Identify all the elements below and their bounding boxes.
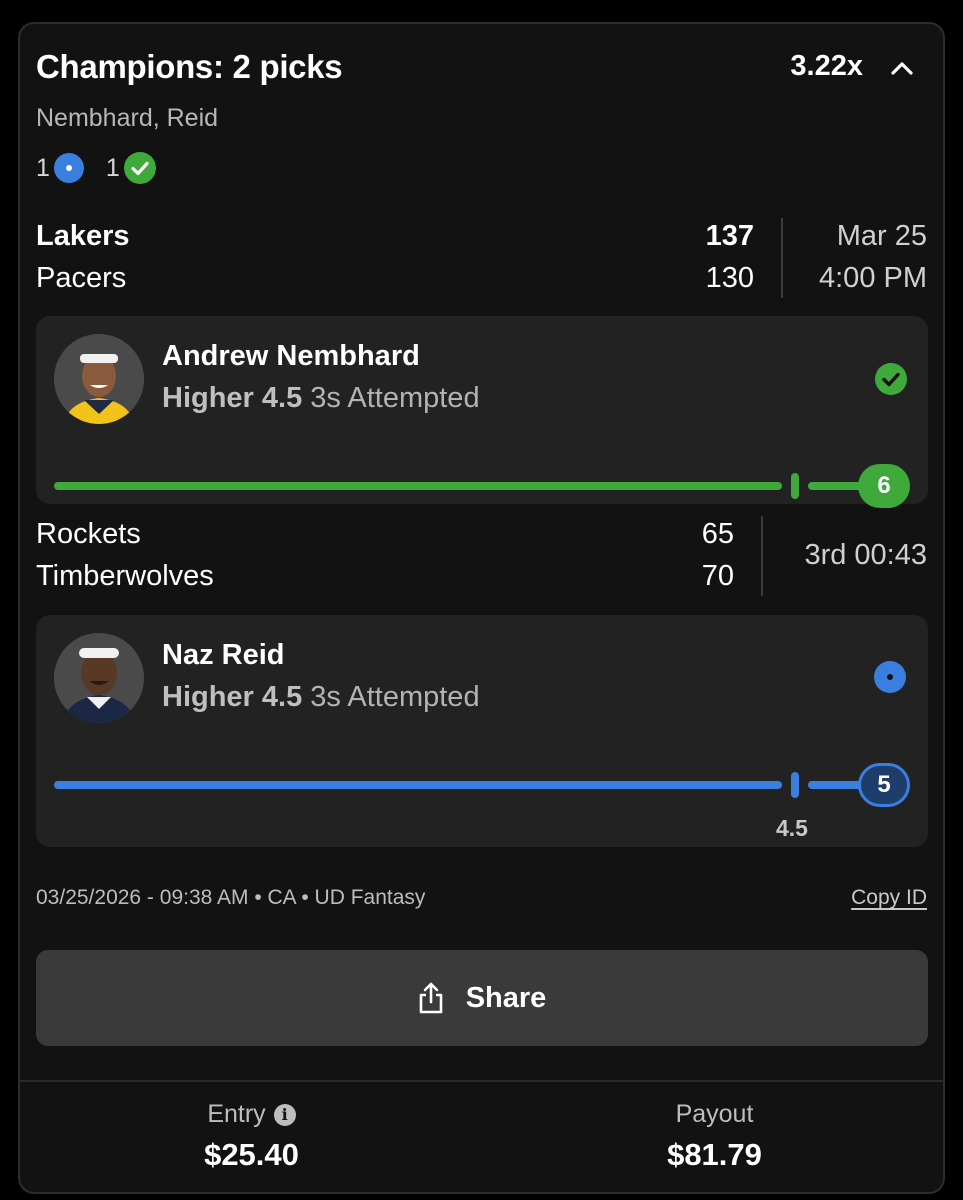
pick-direction: Higher xyxy=(162,681,254,713)
game2-team1: Rockets xyxy=(36,518,141,550)
pick-card-reid[interactable]: Naz Reid Higher 4.5 3s Attempted 5 4.5 xyxy=(36,615,928,847)
entry-label: Entry xyxy=(207,1100,266,1128)
current-value-badge: 6 xyxy=(858,464,910,508)
pick-line-value: 4.5 xyxy=(261,382,303,414)
check-circle-icon xyxy=(875,363,907,395)
copy-id-link[interactable]: Copy ID xyxy=(851,886,927,910)
pending-count: 1 xyxy=(36,153,50,182)
progress-track xyxy=(54,781,782,789)
game1-score2: 130 xyxy=(705,262,754,294)
entry-card: Champions: 2 picks 3.22x Nembhard, Reid … xyxy=(18,22,945,1194)
game1-time: 4:00 PM xyxy=(819,262,927,294)
player-name: Andrew Nembhard xyxy=(162,340,420,372)
entry-section: Entry i $25.40 xyxy=(20,1100,483,1173)
pending-dot-icon xyxy=(53,153,84,183)
current-value-badge: 5 xyxy=(858,763,910,807)
pick-card-nembhard[interactable]: Andrew Nembhard Higher 4.5 3s Attempted … xyxy=(36,316,928,508)
payout-label: Payout xyxy=(675,1100,754,1128)
chevron-up-icon[interactable] xyxy=(891,60,913,76)
entry-label-wrap: Entry i xyxy=(207,1100,296,1129)
share-button[interactable]: Share xyxy=(36,950,928,1046)
player-name: Naz Reid xyxy=(162,639,285,671)
pick-line: Higher 4.5 3s Attempted xyxy=(162,382,480,415)
entry-meta: 03/25/2026 - 09:38 AM • CA • UD Fantasy xyxy=(36,886,426,909)
game1-divider xyxy=(781,218,783,298)
won-count: 1 xyxy=(105,153,120,182)
pick-direction: Higher xyxy=(162,382,254,414)
players-summary: Nembhard, Reid xyxy=(36,104,219,132)
share-label: Share xyxy=(465,981,547,1014)
footer-divider xyxy=(20,1080,943,1082)
game2-score1: 65 xyxy=(701,518,734,550)
payout-multiplier: 3.22x xyxy=(790,50,863,82)
check-circle-icon xyxy=(123,152,156,184)
game1-date: Mar 25 xyxy=(836,220,927,252)
avatar xyxy=(54,334,144,424)
pick-stat: 3s Attempted xyxy=(310,681,480,713)
game2-team2: Timberwolves xyxy=(36,560,214,592)
progress-track xyxy=(54,482,782,490)
avatar xyxy=(54,633,144,723)
line-marker xyxy=(791,772,799,798)
line-marker-label: 4.5 xyxy=(776,815,808,841)
game1-score1: 137 xyxy=(705,220,754,252)
game2-status: 3rd 00:43 xyxy=(804,539,927,571)
line-marker xyxy=(791,473,799,499)
game2-divider xyxy=(761,516,763,596)
payout-section: Payout $81.79 xyxy=(483,1100,943,1173)
game2-score2: 70 xyxy=(701,560,734,592)
entry-title: Champions: 2 picks xyxy=(36,48,343,85)
pick-status-summary: 1 1 xyxy=(36,152,156,184)
game1-team2: Pacers xyxy=(36,262,127,294)
entry-value: $25.40 xyxy=(204,1137,299,1172)
share-icon xyxy=(419,982,442,1014)
game1-team1: Lakers xyxy=(36,220,130,252)
pick-line: Higher 4.5 3s Attempted xyxy=(162,681,480,714)
pick-stat: 3s Attempted xyxy=(310,382,480,414)
info-icon[interactable]: i xyxy=(273,1103,296,1126)
pick-line-value: 4.5 xyxy=(261,681,303,713)
pending-dot-icon xyxy=(874,661,906,693)
payout-value: $81.79 xyxy=(667,1137,762,1172)
